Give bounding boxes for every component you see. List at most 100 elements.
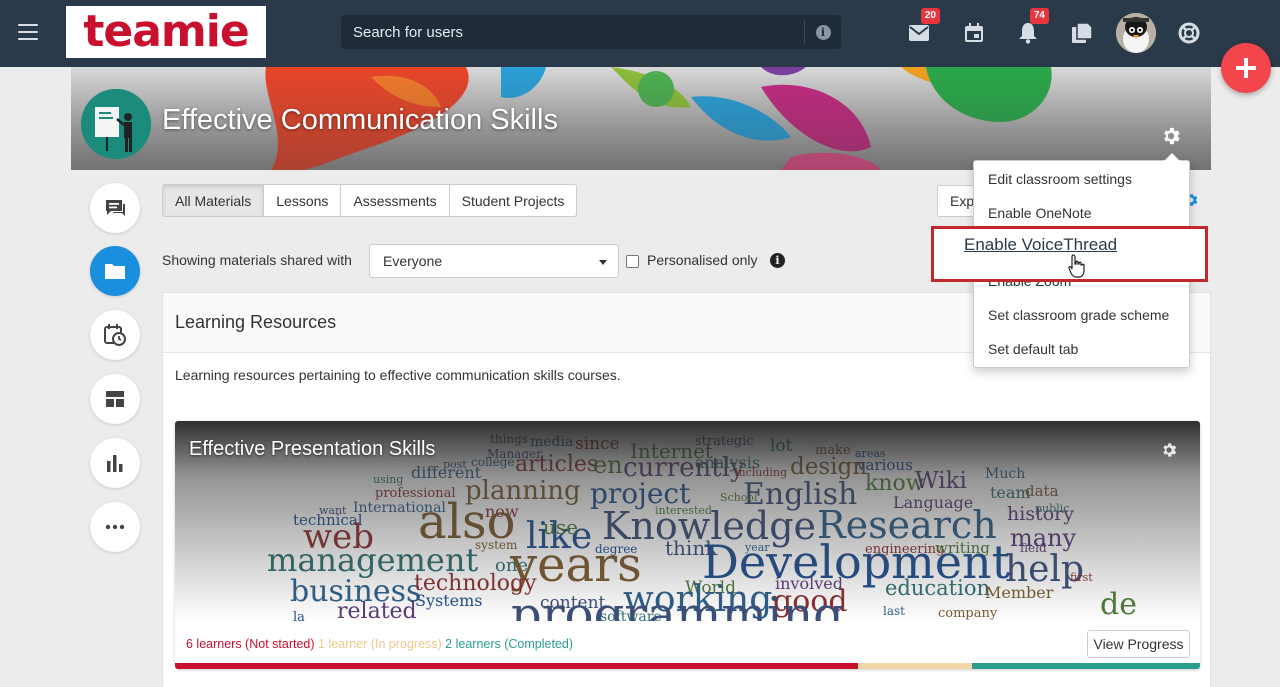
gear-icon: [1163, 443, 1177, 457]
materials-tabs: All Materials Lessons Assessments Studen…: [162, 184, 578, 217]
word-cloud-term: articles: [515, 452, 598, 477]
menu-item-enable-voicethread[interactable]: Enable VoiceThread: [964, 235, 1117, 255]
personalised-only-checkbox[interactable]: [626, 255, 639, 268]
word-cloud-term: Member: [985, 583, 1054, 602]
panel-title: Learning Resources: [175, 312, 337, 332]
word-cloud-term: School: [720, 491, 758, 504]
teamie-logo[interactable]: teamie: [66, 6, 266, 58]
classroom-avatar: [81, 89, 151, 159]
word-cloud-term: related: [337, 599, 417, 621]
calendar-button[interactable]: [961, 20, 987, 46]
top-navigation-bar: teamie Search for users i 20 74: [0, 0, 1280, 67]
word-cloud-term: using: [373, 473, 403, 486]
word-cloud-term: Systems: [415, 591, 483, 610]
dashboard-icon: [106, 391, 124, 407]
rail-discussions-button[interactable]: [90, 183, 140, 233]
folder-icon: [105, 264, 125, 279]
word-cloud-term: company: [938, 606, 998, 621]
progress-in-progress: [858, 663, 973, 669]
stat-in-progress[interactable]: 1 learner (In progress): [318, 637, 442, 651]
classroom-banner: Effective Communication Skills: [71, 67, 1211, 170]
logo-text: teamie: [83, 6, 249, 57]
menu-item-set-default-tab[interactable]: Set default tab: [974, 341, 1189, 357]
progress-completed: [972, 663, 1200, 669]
avatar-image: [1116, 13, 1156, 53]
word-cloud-term: programming: [511, 587, 844, 621]
notification-badge: 74: [1029, 8, 1049, 24]
word-cloud-term: data: [1025, 482, 1059, 500]
learner-stats: 6 learners (Not started) 1 learner (In p…: [186, 637, 573, 651]
chevron-down-icon: [599, 260, 607, 265]
user-search-box[interactable]: Search for users i: [341, 15, 841, 49]
more-icon: [105, 524, 125, 530]
word-cloud-term: de: [1100, 587, 1137, 621]
tab-assessments[interactable]: Assessments: [341, 185, 450, 216]
highlighted-menu-item: Enable VoiceThread: [931, 226, 1208, 282]
user-avatar[interactable]: [1116, 13, 1156, 53]
word-cloud-term: education: [885, 576, 990, 600]
word-cloud-term: Much: [985, 466, 1025, 482]
hand-cursor-icon: [1068, 254, 1086, 283]
word-cloud-term: public: [1035, 502, 1069, 515]
search-input[interactable]: Search for users: [341, 24, 804, 41]
classroom-settings-gear[interactable]: [1160, 125, 1182, 152]
presenter-image: [81, 89, 151, 159]
word-cloud-term: strategic: [695, 434, 754, 449]
word-cloud-term: last: [883, 604, 905, 618]
stat-not-started[interactable]: 6 learners (Not started): [186, 637, 315, 651]
mail-icon: [909, 25, 929, 41]
shared-with-select[interactable]: Everyone: [369, 244, 619, 278]
word-cloud-term: la: [293, 610, 305, 621]
progress-not-started: [175, 663, 859, 669]
create-new-button[interactable]: [1221, 43, 1271, 93]
bar-chart-icon: [107, 455, 123, 472]
view-progress-button[interactable]: View Progress: [1087, 630, 1190, 658]
info-icon[interactable]: i: [770, 253, 785, 268]
info-icon: i: [815, 24, 831, 40]
card-title: Effective Presentation Skills: [189, 438, 436, 460]
learner-progress-bar: [175, 663, 1200, 669]
mail-badge: 20: [920, 8, 940, 24]
card-settings-gear[interactable]: [1160, 441, 1178, 464]
lifebuoy-icon: [1178, 22, 1200, 44]
rail-more-button[interactable]: [90, 502, 140, 552]
tab-lessons[interactable]: Lessons: [264, 185, 342, 216]
hamburger-menu-icon[interactable]: [18, 24, 38, 40]
tab-all-materials[interactable]: All Materials: [163, 185, 265, 216]
panel-description: Learning resources pertaining to effecti…: [175, 367, 621, 383]
rail-materials-button[interactable]: [90, 246, 140, 296]
calendar-icon: [965, 23, 983, 42]
mail-button[interactable]: 20: [906, 8, 940, 46]
tab-student-projects[interactable]: Student Projects: [450, 185, 577, 216]
search-info-button[interactable]: i: [805, 24, 841, 40]
rail-reports-button[interactable]: [90, 438, 140, 488]
word-cloud-term: en: [593, 451, 623, 479]
files-icon: [1072, 22, 1093, 43]
plus-icon: [1236, 58, 1256, 78]
files-button[interactable]: [1069, 20, 1095, 46]
shared-with-label: Showing materials shared with: [162, 252, 352, 268]
shared-with-value: Everyone: [383, 253, 443, 269]
personalised-only-label: Personalised only: [647, 252, 758, 268]
lesson-card[interactable]: things media since Internet strategic lot make…: [175, 421, 1200, 669]
classroom-title: Effective Communication Skills: [162, 104, 558, 136]
menu-item-set-grade-scheme[interactable]: Set classroom grade scheme: [974, 307, 1189, 323]
rail-dashboard-button[interactable]: [90, 374, 140, 424]
word-cloud-term: use: [543, 515, 578, 539]
menu-arrow: [1164, 153, 1180, 161]
word-cloud-term: lot: [770, 436, 793, 456]
word-cloud-term: Wiki: [915, 468, 967, 494]
menu-item-edit-classroom-settings[interactable]: Edit classroom settings: [974, 171, 1189, 187]
rail-calendar-button[interactable]: [90, 310, 140, 360]
word-cloud-term: want: [319, 504, 347, 517]
discussion-icon: [106, 200, 125, 216]
menu-item-enable-onenote[interactable]: Enable OneNote: [974, 205, 1189, 221]
calendar-clock-icon: [104, 324, 126, 346]
notifications-button[interactable]: 74: [1015, 8, 1049, 46]
word-cloud-term: things: [490, 432, 528, 446]
stat-completed[interactable]: 2 learners (Completed): [445, 637, 573, 651]
gear-icon: [1164, 127, 1180, 145]
help-button[interactable]: [1176, 20, 1202, 46]
bell-icon: [1019, 23, 1037, 44]
word-cloud-term: first: [1070, 571, 1093, 584]
